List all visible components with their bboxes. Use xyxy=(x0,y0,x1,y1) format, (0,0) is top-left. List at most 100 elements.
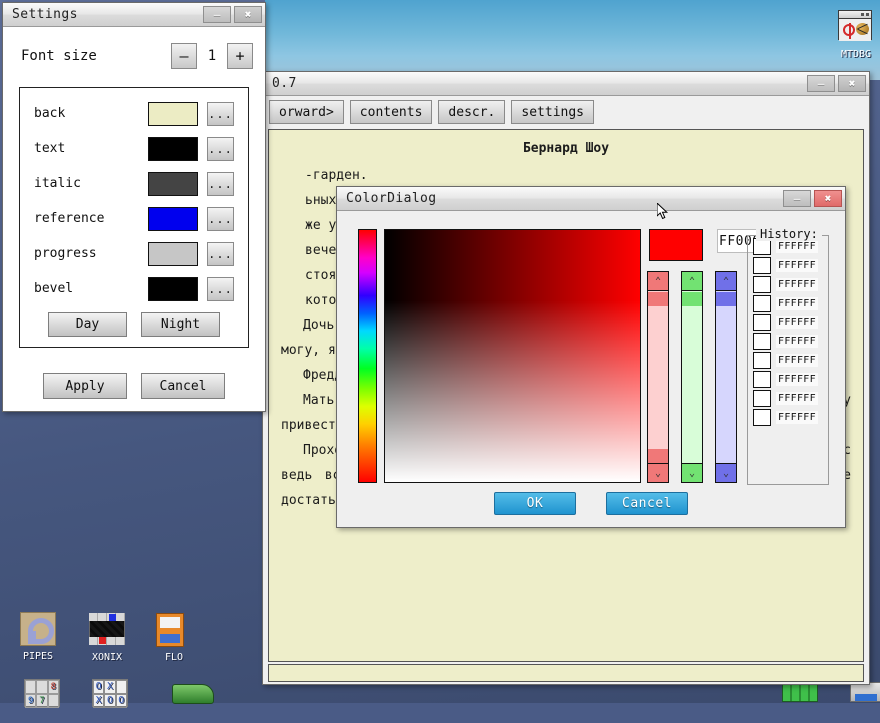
font-size-value: 1 xyxy=(197,48,227,64)
toolbar-button-descr[interactable]: descr. xyxy=(438,100,505,124)
color-dialog-titlebar[interactable]: ColorDialog – ✖ xyxy=(337,187,845,211)
red-slider-up-arrow[interactable]: ⌃ xyxy=(648,272,668,291)
history-item[interactable]: FFFFFF xyxy=(753,390,828,407)
history-swatch[interactable] xyxy=(753,333,771,350)
desktop-icon-grid[interactable] xyxy=(770,682,830,721)
font-size-increase-button[interactable]: + xyxy=(227,43,253,69)
reader-close-button[interactable]: ✖ xyxy=(838,75,866,92)
history-item[interactable]: FFFFFF xyxy=(753,371,828,388)
color-dialog-close-button[interactable]: ✖ xyxy=(814,190,842,207)
history-item[interactable]: FFFFFF xyxy=(753,333,828,350)
history-swatch[interactable] xyxy=(753,314,771,331)
toolbar-button-contents[interactable]: contents xyxy=(350,100,433,124)
desktop-icon-sudoku[interactable]: 8 97 xyxy=(12,679,72,718)
settings-window[interactable]: Settings – ✖ Font size – 1 + back ... te… xyxy=(2,2,266,412)
color-picker-button-back[interactable]: ... xyxy=(207,102,234,126)
desktop-sky xyxy=(265,0,880,80)
color-row-label: text xyxy=(34,141,148,156)
desktop-icon-xonix[interactable]: XONIX xyxy=(77,613,137,663)
apply-button[interactable]: Apply xyxy=(43,373,127,399)
saturation-value-area[interactable] xyxy=(384,229,641,483)
font-size-decrease-button[interactable]: – xyxy=(171,43,197,69)
red-slider-down-arrow[interactable]: ⌄ xyxy=(648,463,668,482)
red-slider-thumb[interactable] xyxy=(648,292,668,306)
history-item[interactable]: FFFFFF xyxy=(753,409,828,426)
mouse-cursor xyxy=(657,203,669,221)
color-dialog-minimize-button[interactable]: – xyxy=(783,190,811,207)
toolbar-button-settings[interactable]: settings xyxy=(511,100,594,124)
ok-button[interactable]: OK xyxy=(494,492,576,515)
desktop-icon-tictactoe[interactable]: OXXOO xyxy=(80,679,140,718)
color-picker-button-text[interactable]: ... xyxy=(207,137,234,161)
history-swatch[interactable] xyxy=(753,257,771,274)
color-picker-button-bevel[interactable]: ... xyxy=(207,277,234,301)
history-swatch[interactable] xyxy=(753,295,771,312)
color-row-label: progress xyxy=(34,246,148,261)
green-slider-down-arrow[interactable]: ⌄ xyxy=(682,463,702,482)
color-row-back: back ... xyxy=(20,96,248,131)
history-hex: FFFFFF xyxy=(776,411,818,424)
history-label: History: xyxy=(756,227,822,241)
settings-close-button[interactable]: ✖ xyxy=(234,6,262,23)
history-swatch[interactable] xyxy=(753,409,771,426)
reader-titlebar[interactable]: 0.7 – ✖ xyxy=(263,72,869,96)
tictactoe-icon: OXXOO xyxy=(92,679,128,715)
desktop-icon-pipes[interactable]: PIPES xyxy=(8,612,68,662)
blue-slider[interactable]: ⌃ ⌄ xyxy=(715,271,737,483)
desktop-icon-mtdbg[interactable]: MTDBG xyxy=(826,10,880,60)
cancel-button[interactable]: Cancel xyxy=(606,492,688,515)
history-item[interactable]: FFFFFF xyxy=(753,295,828,312)
history-swatch[interactable] xyxy=(753,371,771,388)
speaker-name: Мать xyxy=(303,393,334,408)
history-item[interactable]: FFFFFF xyxy=(753,276,828,293)
desktop-icon-boat[interactable] xyxy=(160,684,220,723)
settings-titlebar[interactable]: Settings – ✖ xyxy=(3,3,265,27)
history-swatch[interactable] xyxy=(753,352,771,369)
desktop-icon-flo[interactable]: FLO xyxy=(144,613,204,663)
blue-slider-down-arrow[interactable]: ⌄ xyxy=(716,463,736,482)
hue-strip[interactable] xyxy=(358,229,377,483)
green-slider[interactable]: ⌃ ⌄ xyxy=(681,271,703,483)
cancel-button[interactable]: Cancel xyxy=(141,373,225,399)
color-swatch-bevel[interactable] xyxy=(148,277,198,301)
color-picker-button-italic[interactable]: ... xyxy=(207,172,234,196)
boat-icon xyxy=(172,684,208,720)
history-item[interactable]: FFFFFF xyxy=(753,352,828,369)
settings-minimize-button[interactable]: – xyxy=(203,6,231,23)
rgb-sliders: ⌃ ⌄ ⌃ ⌄ ⌃ ⌄ xyxy=(647,271,737,483)
desktop-icon-printer[interactable] xyxy=(838,682,880,721)
history-hex: FFFFFF xyxy=(776,335,818,348)
green-slider-thumb[interactable] xyxy=(682,292,702,306)
theme-preset-row: Day Night xyxy=(20,312,248,337)
history-hex: FFFFFF xyxy=(776,316,818,329)
color-swatch-reference[interactable] xyxy=(148,207,198,231)
history-swatch[interactable] xyxy=(753,276,771,293)
color-swatch-back[interactable] xyxy=(148,102,198,126)
desktop-icon-label: FLO xyxy=(144,652,204,663)
blue-slider-thumb[interactable] xyxy=(716,292,736,306)
reader-minimize-button[interactable]: – xyxy=(807,75,835,92)
red-slider-thumb-lower[interactable] xyxy=(648,449,668,463)
color-swatch-progress[interactable] xyxy=(148,242,198,266)
day-preset-button[interactable]: Day xyxy=(48,312,127,337)
color-dialog-window[interactable]: ColorDialog – ✖ FF0000 ⌃ ⌄ ⌃ ⌄ ⌃ xyxy=(336,186,846,528)
desktop-icon-label: XONIX xyxy=(77,652,137,663)
toolbar-button-forward[interactable]: orward> xyxy=(269,100,344,124)
printer-icon xyxy=(850,682,880,718)
color-swatch-italic[interactable] xyxy=(148,172,198,196)
history-hex: FFFFFF xyxy=(776,278,818,291)
history-swatch[interactable] xyxy=(753,390,771,407)
night-preset-button[interactable]: Night xyxy=(141,312,220,337)
green-slider-up-arrow[interactable]: ⌃ xyxy=(682,272,702,291)
history-group: History: FFFFFF FFFFFF FFFFFF FFFFFF FFF… xyxy=(747,235,829,485)
red-slider[interactable]: ⌃ ⌄ xyxy=(647,271,669,483)
reader-title: 0.7 xyxy=(263,76,807,91)
color-swatch-text[interactable] xyxy=(148,137,198,161)
color-picker-button-progress[interactable]: ... xyxy=(207,242,234,266)
history-item[interactable]: FFFFFF xyxy=(753,314,828,331)
color-picker-button-reference[interactable]: ... xyxy=(207,207,234,231)
blue-slider-up-arrow[interactable]: ⌃ xyxy=(716,272,736,291)
history-item[interactable]: FFFFFF xyxy=(753,257,828,274)
color-row-label: reference xyxy=(34,211,148,226)
color-row-progress: progress ... xyxy=(20,236,248,271)
